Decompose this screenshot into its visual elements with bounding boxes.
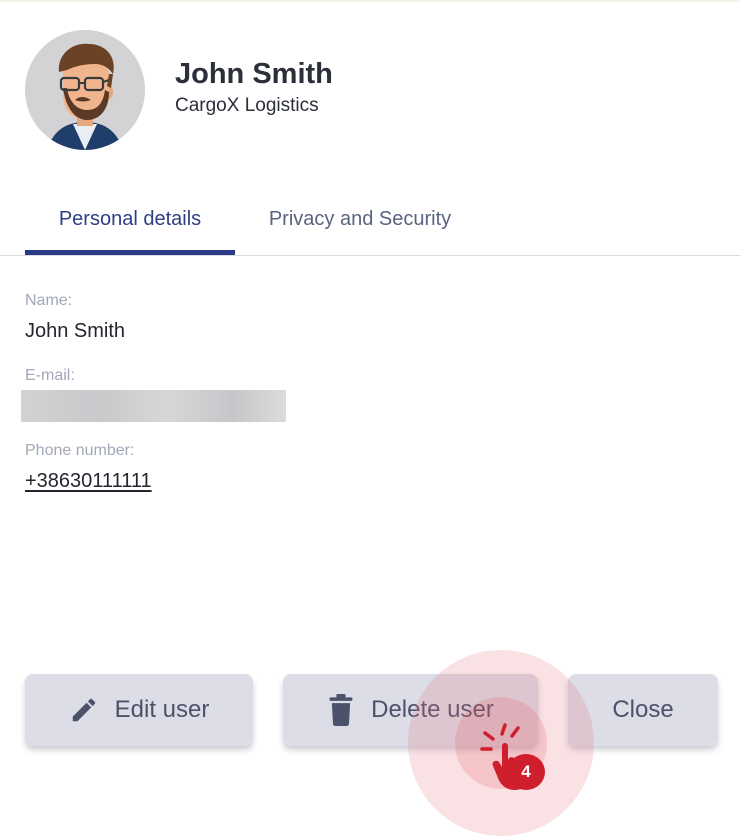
name-value: John Smith xyxy=(25,320,126,342)
edit-user-button[interactable]: Edit user xyxy=(25,674,253,746)
name-label: Name: xyxy=(25,292,73,309)
close-label: Close xyxy=(612,696,674,723)
tab-privacy-and-security[interactable]: Privacy and Security xyxy=(245,190,475,254)
email-value-redacted xyxy=(21,390,286,422)
top-border xyxy=(0,0,740,2)
delete-user-button[interactable]: Delete user xyxy=(283,674,538,746)
close-button[interactable]: Close xyxy=(568,674,718,746)
phone-link[interactable]: +38630111111 xyxy=(25,470,152,493)
edit-user-label: Edit user xyxy=(114,696,210,723)
pencil-icon xyxy=(69,695,99,725)
avatar-illustration xyxy=(25,30,145,150)
user-avatar xyxy=(25,30,145,150)
email-label: E-mail: xyxy=(25,367,75,384)
profile-name: John Smith xyxy=(175,58,333,90)
profile-company: CargoX Logistics xyxy=(175,95,319,116)
delete-user-label: Delete user xyxy=(371,696,494,723)
tabs-divider xyxy=(0,255,740,256)
tab-personal-details[interactable]: Personal details xyxy=(25,190,235,254)
step-number-badge: 4 xyxy=(507,754,545,790)
phone-label: Phone number: xyxy=(25,442,135,459)
trash-icon xyxy=(327,694,355,726)
tab-bar: Personal details Privacy and Security xyxy=(0,190,740,256)
